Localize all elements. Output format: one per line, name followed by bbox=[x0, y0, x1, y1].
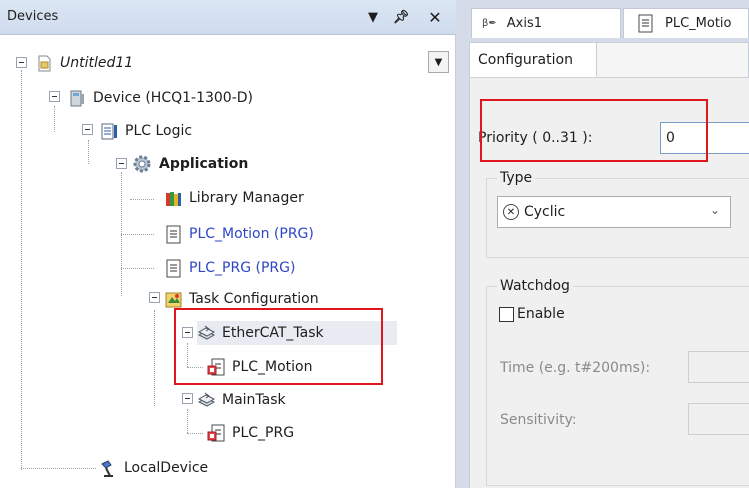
program-call-icon bbox=[207, 424, 226, 443]
project-icon bbox=[35, 54, 54, 73]
tree-dropdown-button[interactable]: ▼ bbox=[428, 51, 449, 73]
application-gear-icon bbox=[131, 153, 153, 175]
tree-connector bbox=[130, 199, 154, 200]
tree-item-label: PLC_PRG (PRG) bbox=[189, 260, 296, 276]
tree-item-label: PLC_Motion bbox=[232, 359, 313, 375]
tree-connector bbox=[121, 234, 154, 235]
tree-item-maintask[interactable]: MainTask bbox=[197, 388, 286, 412]
tree-item-plc-logic[interactable]: PLC Logic bbox=[100, 119, 192, 143]
library-manager-icon bbox=[164, 189, 183, 208]
tree-connector bbox=[187, 409, 188, 433]
tree-connector bbox=[54, 106, 55, 132]
tree-item-plc-prg-prg[interactable]: PLC_PRG (PRG) bbox=[164, 256, 295, 280]
tree-item-label: PLC_Motion (PRG) bbox=[189, 226, 314, 242]
sensitivity-input[interactable] bbox=[688, 403, 749, 435]
tree-item-label: EtherCAT_Task bbox=[222, 325, 324, 341]
tree-item-label: PLC_PRG bbox=[232, 425, 295, 441]
collapse-toggle[interactable] bbox=[49, 91, 60, 102]
tree-item-ethercat-task[interactable]: EtherCAT_Task bbox=[197, 321, 397, 345]
tree-item-label: LocalDevice bbox=[124, 460, 209, 476]
tree-item-label: Device (HCQ1-1300-D) bbox=[93, 90, 253, 106]
tree-item-local-device[interactable]: LocalDevice bbox=[99, 456, 208, 480]
tab-label: Axis1 bbox=[506, 16, 543, 31]
sensitivity-label: Sensitivity: bbox=[500, 412, 577, 428]
tree-connector bbox=[21, 70, 22, 470]
tab-label: PLC_Motio bbox=[665, 16, 732, 31]
program-icon bbox=[636, 14, 655, 33]
tree-item-plc-motion-call[interactable]: PLC_Motion bbox=[207, 355, 312, 379]
collapse-toggle[interactable] bbox=[182, 327, 193, 338]
close-icon[interactable]: ✕ bbox=[424, 5, 446, 29]
tab-configuration[interactable]: Configuration bbox=[470, 43, 597, 77]
collapse-toggle[interactable] bbox=[16, 57, 27, 68]
tree-connector bbox=[121, 268, 154, 269]
collapse-toggle[interactable] bbox=[82, 124, 93, 135]
type-select[interactable]: ✕ Cyclic ⌄ bbox=[497, 196, 731, 228]
task-configuration-icon bbox=[164, 290, 183, 309]
devices-panel: Devices ▼ 📌︎ ✕ ▼ Untitled11 Device (HCQ1… bbox=[0, 0, 456, 488]
tree-item-label: MainTask bbox=[222, 392, 286, 408]
enable-label: Enable bbox=[517, 306, 565, 322]
tree-connector bbox=[154, 310, 155, 406]
enable-checkbox[interactable] bbox=[499, 307, 514, 322]
local-device-icon bbox=[99, 459, 118, 478]
axis-icon: β✒ bbox=[482, 18, 497, 29]
program-icon bbox=[164, 225, 183, 244]
tree-connector bbox=[88, 140, 89, 164]
pin-icon[interactable]: 📌︎ bbox=[390, 5, 412, 29]
tab-plc-motion[interactable]: PLC_Motio bbox=[623, 8, 749, 38]
devices-panel-header: Devices ▼ 📌︎ ✕ bbox=[0, 0, 456, 35]
tree-connector bbox=[187, 433, 203, 434]
tab-axis1[interactable]: β✒ Axis1 bbox=[471, 8, 621, 38]
tree-item-device[interactable]: Device (HCQ1-1300-D) bbox=[68, 86, 253, 110]
collapse-toggle[interactable] bbox=[182, 393, 193, 404]
tree-item-plc-motion-prg[interactable]: PLC_Motion (PRG) bbox=[164, 222, 314, 246]
tree-item-project[interactable]: Untitled11 bbox=[35, 51, 133, 75]
type-value: Cyclic bbox=[524, 204, 566, 220]
chevron-down-icon: ⌄ bbox=[709, 203, 720, 217]
panel-menu-dropdown-icon[interactable]: ▼ bbox=[362, 5, 384, 29]
tree-item-label: PLC Logic bbox=[125, 123, 193, 139]
editor-area: β✒ Axis1 PLC_Motio Configuration Priorit… bbox=[457, 0, 749, 488]
device-icon bbox=[68, 89, 87, 108]
tree-item-label: Untitled11 bbox=[60, 55, 134, 71]
tree-item-label: Application bbox=[159, 156, 249, 172]
priority-value: 0 bbox=[666, 130, 675, 146]
collapse-toggle[interactable] bbox=[149, 292, 160, 303]
tree-item-library-manager[interactable]: Library Manager bbox=[164, 186, 304, 210]
tree-item-application[interactable]: Application bbox=[131, 152, 248, 176]
tree-connector bbox=[187, 367, 203, 368]
clock-icon: ✕ bbox=[503, 204, 519, 220]
tree-item-task-configuration[interactable]: Task Configuration bbox=[164, 287, 319, 311]
tree-item-label: Task Configuration bbox=[189, 291, 319, 307]
task-icon bbox=[197, 391, 216, 410]
priority-label: Priority ( 0..31 ): bbox=[478, 130, 593, 146]
task-icon bbox=[197, 324, 216, 343]
devices-panel-title: Devices bbox=[7, 9, 59, 24]
tab-label: Configuration bbox=[478, 51, 573, 68]
type-group-label: Type bbox=[497, 170, 536, 186]
task-editor: Configuration Priority ( 0..31 ): 0 Type… bbox=[469, 42, 749, 488]
time-input[interactable] bbox=[688, 351, 749, 383]
collapse-toggle[interactable] bbox=[116, 158, 127, 169]
program-icon bbox=[164, 259, 183, 278]
tree-connector bbox=[21, 468, 96, 469]
tree-item-plc-prg-call[interactable]: PLC_PRG bbox=[207, 421, 294, 445]
time-label: Time (e.g. t#200ms): bbox=[500, 360, 651, 376]
configuration-panel: Priority ( 0..31 ): 0 Type ✕ Cyclic ⌄ Wa… bbox=[470, 77, 749, 488]
watchdog-group-label: Watchdog bbox=[497, 278, 573, 294]
tree-item-label: Library Manager bbox=[189, 190, 304, 206]
priority-input[interactable]: 0 bbox=[660, 122, 749, 154]
plc-logic-icon bbox=[100, 122, 119, 141]
program-call-icon bbox=[207, 358, 226, 377]
tree-connector bbox=[187, 343, 188, 367]
